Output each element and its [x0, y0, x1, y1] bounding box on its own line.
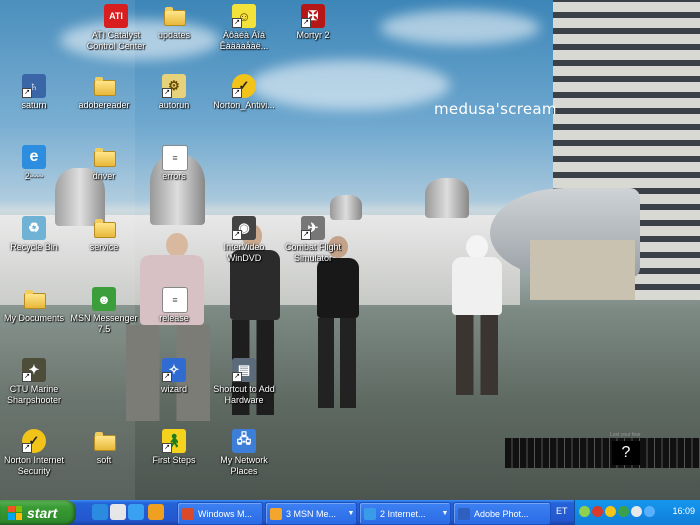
desktop-icon-my-network-places[interactable]: 🖧︎ My Network Places: [206, 429, 282, 477]
chevron-down-icon: ▼: [347, 510, 355, 517]
start-label: start: [27, 504, 58, 521]
task-internet-explorer[interactable]: 2 Internet... ▼: [359, 502, 451, 525]
ie-quicklaunch-icon[interactable]: [128, 504, 144, 520]
msn-icon: [270, 507, 282, 520]
desktop-icon-combat-flight-simulator[interactable]: ✈ ↗ Combat Flight Simulator: [275, 216, 351, 264]
autorun-icon: ⚙ ↗: [162, 74, 186, 98]
desktop: medusa'scream Lost your fear ? ATI ATI C…: [0, 0, 700, 500]
norton-icon: ✓ ↗: [22, 429, 46, 453]
recycle-bin-icon: ♻: [22, 216, 46, 240]
media-player-icon: [182, 507, 194, 520]
desktop-icon-updates[interactable]: updates: [136, 4, 212, 41]
desktop-icon-first-steps[interactable]: 🚶︎ ↗ First Steps: [136, 429, 212, 466]
rooftop-vent: [425, 178, 469, 218]
ati-icon: ATI: [104, 4, 128, 28]
first-steps-icon: 🚶︎ ↗: [162, 429, 186, 453]
wallpaper-small-text: Lost your fear: [610, 432, 641, 438]
taskbar: start Windows M... 3 MSN Me... ▼ 2 Inter…: [0, 500, 700, 525]
folder-icon: [162, 4, 186, 28]
folder-icon: [92, 145, 116, 169]
desktop-icon-wizard[interactable]: ✧ ↗ wizard: [136, 358, 212, 395]
network-places-icon: 🖧︎: [232, 429, 256, 453]
messenger-quicklaunch-icon[interactable]: [148, 504, 164, 520]
desktop-icon-windvd[interactable]: ◉ ↗ InterVideo WinDVD: [206, 216, 282, 264]
photoshop-icon: [458, 507, 470, 520]
ie-icon: [364, 507, 376, 520]
show-desktop-icon[interactable]: [110, 504, 126, 520]
desktop-icon-driver[interactable]: driver: [66, 145, 142, 182]
tray-icon[interactable]: [605, 506, 616, 517]
desktop-icon-mortyr-2[interactable]: ✠ ↗ Mortyr 2: [275, 4, 351, 41]
windows-logo-icon: [8, 505, 22, 520]
rooftop-box: [530, 240, 635, 300]
desktop-icon-spongebob[interactable]: ☺ ↗ Àôàéà Áîá Êàäààåàë...: [206, 4, 282, 52]
task-msn-messenger[interactable]: 3 MSN Me... ▼: [265, 502, 357, 525]
start-button[interactable]: start: [0, 500, 76, 525]
folder-icon: [92, 429, 116, 453]
volume-icon[interactable]: [644, 506, 655, 517]
desktop-icon-my-documents[interactable]: My Documents: [0, 287, 72, 324]
text-file-icon: ≡: [162, 287, 188, 313]
language-indicator[interactable]: ET: [556, 506, 568, 516]
system-tray: 16:09: [574, 500, 700, 525]
tray-icon[interactable]: [579, 506, 590, 517]
desktop-icon-errors[interactable]: ≡ errors: [136, 145, 212, 182]
wallpaper-title: medusa'scream: [434, 100, 557, 118]
desktop-icon-service[interactable]: service: [66, 216, 142, 253]
spongebob-icon: ☺ ↗: [232, 4, 256, 28]
folder-icon: [92, 216, 116, 240]
folder-icon: [92, 74, 116, 98]
tray-icon[interactable]: [631, 506, 642, 517]
mortyr-icon: ✠ ↗: [301, 4, 325, 28]
my-documents-icon: [22, 287, 46, 311]
flight-sim-icon: ✈ ↗: [301, 216, 325, 240]
person: [450, 235, 506, 400]
desktop-icon-ctu-marine-sharpshooter[interactable]: ✦ ↗ CTU Marine Sharpshooter: [0, 358, 72, 406]
saturn-icon: ♄ ↗: [22, 74, 46, 98]
game-icon: ✦ ↗: [22, 358, 46, 382]
desktop-icon-recycle-bin[interactable]: ♻ Recycle Bin: [0, 216, 72, 253]
desktop-icon-soft[interactable]: soft: [66, 429, 142, 466]
desktop-icon-msn-messenger[interactable]: ☻ MSN Messenger 7.5: [66, 287, 142, 335]
windvd-icon: ◉ ↗: [232, 216, 256, 240]
norton-icon: ✓ ↗: [232, 74, 256, 98]
desktop-icon-adobereader[interactable]: adobereader: [66, 74, 142, 111]
desktop-icon-norton-antivirus[interactable]: ✓ ↗ Norton_Antivi...: [206, 74, 282, 111]
desktop-icon-add-hardware[interactable]: ▤ ↗ Shortcut to Add Hardware: [206, 358, 282, 406]
ie-quicklaunch-icon[interactable]: [92, 504, 108, 520]
add-hardware-icon: ▤ ↗: [232, 358, 256, 382]
msn-icon: ☻: [92, 287, 116, 311]
wallpaper-badge: ?: [612, 441, 640, 465]
task-adobe-photoshop[interactable]: Adobe Phot...: [453, 502, 551, 525]
text-file-icon: ≡: [162, 145, 188, 171]
wallpaper-strip: [505, 438, 700, 468]
desktop-icon-internet-explorer[interactable]: e 2ᵕᵕᵕᵕ: [0, 145, 72, 182]
person: [314, 236, 364, 413]
desktop-icon-saturn[interactable]: ♄ ↗ saturn: [0, 74, 72, 111]
cloud: [380, 10, 540, 45]
task-windows-media[interactable]: Windows M...: [177, 502, 263, 525]
clock[interactable]: 16:09: [672, 506, 695, 516]
tray-icon[interactable]: [618, 506, 629, 517]
wizard-icon: ✧ ↗: [162, 358, 186, 382]
desktop-icon-autorun[interactable]: ⚙ ↗ autorun: [136, 74, 212, 111]
desktop-icon-release[interactable]: ≡ release: [136, 287, 212, 324]
ie-icon: e: [22, 145, 46, 169]
desktop-icon-norton-internet-security[interactable]: ✓ ↗ Norton Internet Security: [0, 429, 72, 477]
tray-icon[interactable]: [592, 506, 603, 517]
chevron-down-icon: ▼: [441, 510, 449, 517]
